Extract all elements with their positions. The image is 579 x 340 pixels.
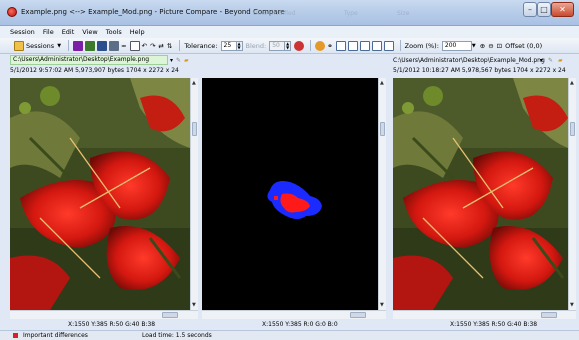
home-icon	[14, 40, 24, 51]
layout-vertical-icon[interactable]	[371, 40, 382, 51]
show-all-icon[interactable]	[73, 40, 84, 51]
right-path-field[interactable]: C:\Users\Administrator\Desktop\Example_M…	[393, 55, 545, 65]
menu-file[interactable]: File	[43, 28, 54, 36]
chevron-down-icon: ▼	[57, 42, 62, 49]
left-vertical-scrollbar[interactable]: ▲ ▼	[190, 78, 198, 310]
close-button[interactable]: ✕	[551, 2, 574, 17]
palette-icon[interactable]	[315, 40, 326, 51]
chevron-down-icon[interactable]: ▼	[472, 43, 476, 49]
minimize-button[interactable]: –	[523, 2, 537, 17]
left-path-field[interactable]: C:\Users\Administrator\Desktop\Example.p…	[10, 55, 168, 65]
center-pixel-readout: X:1550 Y:385 R:0 G:0 B:0	[262, 321, 338, 328]
blend-label: Blend:	[245, 41, 267, 50]
scroll-thumb[interactable]	[192, 122, 197, 136]
right-pixel-readout: X:1550 Y:385 R:50 G:40 B:38	[450, 321, 538, 328]
show-blend-icon[interactable]	[109, 40, 120, 51]
rotate-right-icon[interactable]: ↷	[150, 42, 155, 50]
toolbar-separator	[68, 40, 70, 51]
tolerance-spinner[interactable]: ▲ ▼	[236, 40, 243, 51]
menu-help[interactable]: Help	[130, 28, 145, 36]
left-image-pane[interactable]	[10, 78, 190, 310]
show-diffs-icon[interactable]	[85, 40, 96, 51]
toolbar: Sessions ▼ ≈ ↶ ↷ ⇄ ⇅ Tolerance: 25 ▲ ▼ Bl…	[0, 38, 579, 54]
swap-sides-icon[interactable]	[129, 40, 140, 51]
sessions-button[interactable]: Sessions ▼	[14, 40, 62, 51]
left-pixel-readout: X:1550 Y:385 R:50 G:40 B:38	[68, 321, 156, 328]
sessions-label: Sessions	[26, 41, 55, 50]
rotate-left-icon[interactable]: ↶	[142, 42, 147, 50]
menu-edit[interactable]: Edit	[62, 28, 75, 36]
app-icon	[7, 7, 17, 17]
window-title: Example.png <--> Example_Mod.png - Pictu…	[21, 8, 285, 16]
scroll-up-icon[interactable]: ▲	[192, 80, 196, 86]
right-folder-icon[interactable]: ▰	[558, 55, 563, 65]
right-path-dropdown[interactable]: ▾	[540, 55, 543, 65]
show-same-icon[interactable]	[97, 40, 108, 51]
difference-image	[202, 78, 378, 310]
left-horizontal-scrollbar[interactable]	[10, 310, 198, 319]
right-horizontal-scrollbar[interactable]	[393, 310, 576, 319]
difference-pane[interactable]	[202, 78, 378, 310]
ghost-header-size: Size	[397, 10, 410, 17]
menu-tools[interactable]: Tools	[106, 28, 122, 36]
maximize-button[interactable]: □	[537, 2, 551, 17]
scroll-up-icon[interactable]: ▲	[570, 80, 574, 86]
zoom-fit-icon[interactable]: ⊡	[497, 42, 502, 50]
menu-view[interactable]: View	[82, 28, 97, 36]
menu-bar: Session File Edit View Tools Help	[0, 26, 579, 38]
scroll-down-icon[interactable]: ▼	[192, 302, 196, 308]
zoom-in-icon[interactable]: ⊕	[480, 42, 485, 50]
toolbar-separator	[179, 40, 181, 51]
scroll-down-icon[interactable]: ▼	[380, 302, 384, 308]
layout-horizontal-icon[interactable]	[383, 40, 394, 51]
status-bar: Important differences Load time: 1.5 sec…	[0, 330, 579, 340]
right-history-icon[interactable]: ✎	[548, 55, 553, 65]
zoom-select[interactable]: 200	[441, 40, 472, 51]
blend-input: 50	[269, 40, 286, 51]
scroll-thumb[interactable]	[350, 312, 366, 318]
right-image	[393, 78, 568, 310]
approx-icon[interactable]: ≈	[121, 42, 126, 50]
left-file-info: 5/1/2012 9:57:02 AM 5,973,907 bytes 1704…	[10, 67, 179, 74]
scroll-down-icon[interactable]: ▼	[570, 302, 574, 308]
picker-icon[interactable]	[294, 40, 305, 51]
important-flag-icon	[13, 333, 18, 338]
right-file-info: 5/1/2012 10:18:27 AM 5,978,567 bytes 170…	[393, 67, 566, 74]
menu-session[interactable]: Session	[10, 28, 35, 36]
layout-grid-icon[interactable]	[359, 40, 370, 51]
left-history-icon[interactable]: ✎	[176, 55, 181, 65]
scroll-thumb[interactable]	[570, 122, 575, 136]
scroll-up-icon[interactable]: ▲	[380, 80, 384, 86]
scroll-thumb[interactable]	[162, 312, 178, 318]
left-image	[10, 78, 190, 310]
mirror-icon[interactable]: ⇅	[167, 42, 172, 50]
layout-single-icon[interactable]	[347, 40, 358, 51]
left-path-dropdown[interactable]: ▾	[170, 55, 173, 65]
right-vertical-scrollbar[interactable]: ▲ ▼	[568, 78, 576, 310]
load-time-label: Load time: 1.5 seconds	[142, 332, 212, 339]
tolerance-input[interactable]: 25	[220, 40, 237, 51]
ghost-header-type: Type	[344, 10, 358, 17]
zoom-out-icon[interactable]: ⊖	[488, 42, 493, 50]
toolbar-separator	[399, 40, 401, 51]
toolbar-separator	[310, 40, 312, 51]
important-differences-label: Important differences	[23, 332, 88, 339]
link-icon[interactable]: ⚭	[327, 42, 332, 50]
zoom-label: Zoom (%):	[404, 41, 439, 50]
tolerance-label: Tolerance:	[184, 41, 218, 50]
scroll-thumb[interactable]	[380, 122, 385, 136]
center-vertical-scrollbar[interactable]: ▲ ▼	[378, 78, 386, 310]
scroll-thumb[interactable]	[541, 312, 557, 318]
right-image-pane[interactable]	[393, 78, 568, 310]
blend-spinner: ▲ ▼	[285, 40, 292, 51]
title-bar: Example.png <--> Example_Mod.png - Pictu…	[0, 0, 579, 26]
center-horizontal-scrollbar[interactable]	[202, 310, 386, 319]
flip-icon[interactable]: ⇄	[158, 42, 163, 50]
ghost-header-date: Date modified	[253, 10, 296, 17]
left-folder-icon[interactable]: ▰	[184, 55, 189, 65]
layout-side-icon[interactable]	[335, 40, 346, 51]
offset-label: Offset (0,0)	[505, 41, 543, 50]
